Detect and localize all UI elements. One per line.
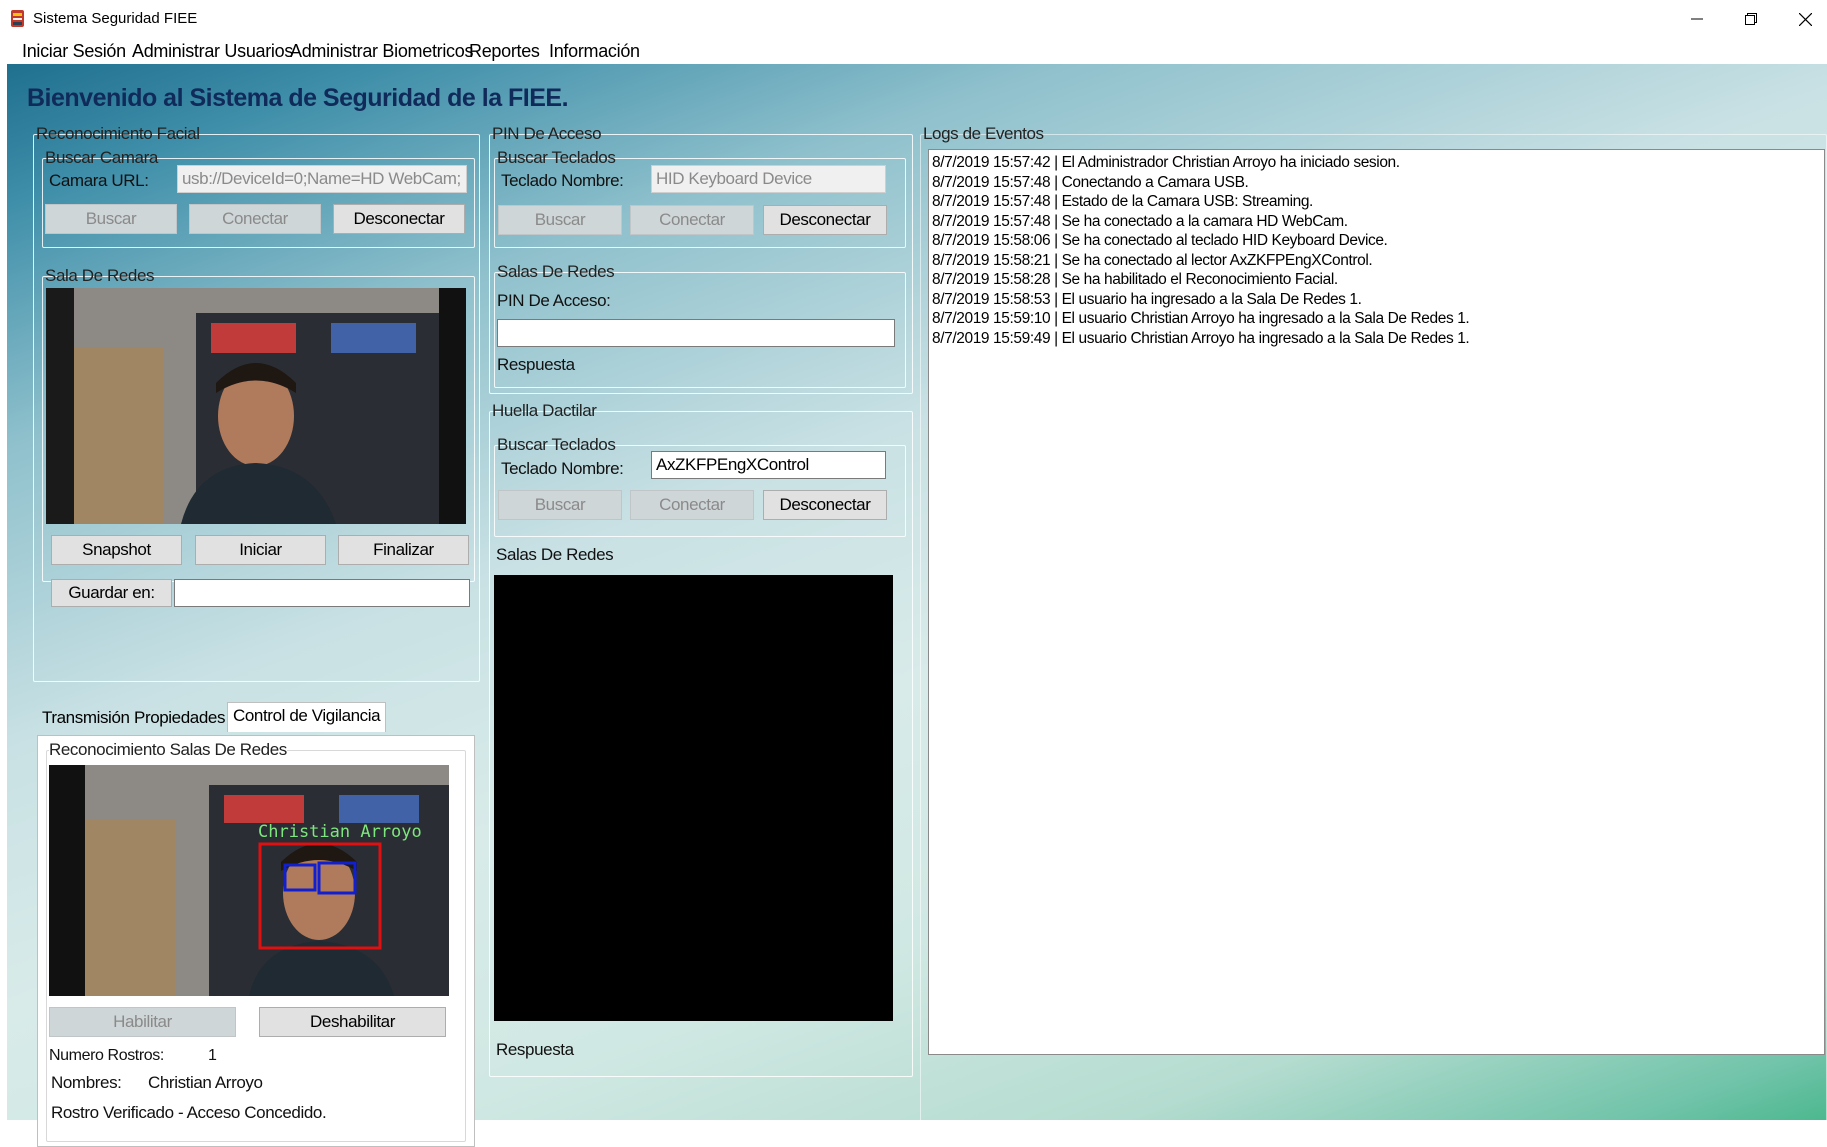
camera-desconectar-button[interactable]: Desconectar	[333, 204, 465, 234]
log-line: 8/7/2019 15:57:48 | Estado de la Camara …	[932, 193, 1313, 210]
logs-label: Logs de Eventos	[923, 124, 1044, 143]
logs-textbox[interactable]: 8/7/2019 15:57:42 | El Administrador Chr…	[928, 149, 1825, 1055]
facial-recognition-group: Reconocimiento Facial Buscar Camara Cama…	[33, 124, 480, 1147]
menu-bar: Iniciar Sesión Administrar Usuarios Admi…	[0, 38, 1827, 64]
verification-status: Rostro Verificado - Acceso Concedido.	[51, 1103, 327, 1122]
pin-conectar-button[interactable]: Conectar	[630, 205, 754, 235]
huella-salas-label: Salas De Redes	[496, 545, 614, 564]
log-line: 8/7/2019 15:59:49 | El usuario Christian…	[932, 329, 1470, 347]
huella-buscar-teclados-label: Buscar Teclados	[497, 435, 616, 454]
log-line: 8/7/2019 15:58:06 | Se ha conectado al t…	[932, 232, 1388, 249]
tab-control-vigilancia[interactable]: Control de Vigilancia	[227, 702, 387, 732]
pin-buscar-button[interactable]: Buscar	[498, 205, 622, 235]
app-shield-icon	[11, 10, 24, 27]
huella-teclado-nombre-label: Teclado Nombre:	[501, 459, 624, 478]
facial-recognition-label: Reconocimiento Facial	[36, 124, 200, 143]
pin-buscar-teclados-group: Buscar Teclados Teclado Nombre: HID Keyb…	[494, 148, 906, 248]
habilitar-button[interactable]: Habilitar	[49, 1007, 236, 1037]
log-line: 8/7/2019 15:58:53 | El usuario ha ingres…	[932, 290, 1362, 308]
pin-acceso-group: PIN De Acceso Buscar Teclados Teclado No…	[489, 124, 913, 394]
buscar-camara-group: Buscar Camara Camara URL: usb://DeviceId…	[42, 148, 475, 248]
huella-teclado-nombre-field[interactable]: AxZKFPEngXControl	[651, 451, 886, 479]
logs-group: Logs de Eventos 8/7/2019 15:57:42 | El A…	[920, 124, 1827, 1140]
guardar-en-button[interactable]: Guardar en:	[51, 579, 172, 607]
log-line: 8/7/2019 15:58:21 | Se ha conectado al l…	[932, 251, 1373, 269]
menu-administrar-usuarios[interactable]: Administrar Usuarios	[132, 41, 293, 62]
fingerprint-display	[494, 575, 893, 1021]
pin-desconectar-button[interactable]: Desconectar	[763, 205, 887, 235]
guardar-en-field[interactable]	[174, 579, 470, 607]
pin-respuesta-label: Respuesta	[497, 355, 575, 374]
camera-url-field[interactable]: usb://DeviceId=0;Name=HD WebCam;	[177, 165, 467, 193]
menu-reportes[interactable]: Reportes	[469, 41, 540, 62]
pin-acceso-input[interactable]	[497, 319, 895, 347]
deshabilitar-button[interactable]: Deshabilitar	[259, 1007, 446, 1037]
restore-button[interactable]	[1724, 0, 1778, 38]
nombres-label: Nombres:	[51, 1073, 122, 1092]
vigilancia-tab-panel: Reconocimiento Salas De Redes Christian …	[37, 735, 475, 1147]
minimize-button[interactable]	[1670, 0, 1724, 38]
snapshot-button[interactable]: Snapshot	[51, 535, 182, 565]
pin-salas-group: Salas De Redes PIN De Acceso: Respuesta	[494, 262, 906, 388]
tab-strip: Transmisión Propiedades Control de Vigil…	[37, 702, 477, 735]
camera-conectar-button[interactable]: Conectar	[189, 204, 321, 234]
menu-iniciar-sesion[interactable]: Iniciar Sesión	[22, 41, 126, 62]
iniciar-button[interactable]: Iniciar	[195, 535, 326, 565]
pin-teclado-nombre-label: Teclado Nombre:	[501, 171, 624, 190]
log-line: 8/7/2019 15:58:28 | Se ha habilitado el …	[932, 271, 1338, 288]
window-title: Sistema Seguridad FIEE	[33, 10, 198, 27]
live-camera-feed	[46, 288, 466, 524]
num-rostros-label: Numero Rostros:	[49, 1047, 164, 1064]
huella-conectar-button[interactable]: Conectar	[630, 490, 754, 520]
page-title: Bienvenido al Sistema de Seguridad de la…	[27, 84, 569, 112]
pin-acceso-field-label: PIN De Acceso:	[497, 291, 611, 310]
buscar-camara-label: Buscar Camara	[45, 148, 158, 167]
menu-administrar-biometricos[interactable]: Administrar Biometricos	[290, 41, 473, 62]
camera-url-label: Camara URL:	[49, 171, 149, 190]
pin-teclado-nombre-field[interactable]: HID Keyboard Device	[651, 165, 886, 193]
sala-de-redes-group: Sala De Redes Snapshot Iniciar Finalizar…	[42, 266, 475, 607]
tab-transmision[interactable]: Transmisión	[37, 705, 135, 731]
log-line: 8/7/2019 15:57:48 | Se ha conectado a la…	[932, 212, 1348, 230]
minimize-icon	[1691, 18, 1703, 20]
huella-dactilar-group: Huella Dactilar Buscar Teclados Teclado …	[489, 401, 913, 1077]
log-line: 8/7/2019 15:59:10 | El usuario Christian…	[932, 310, 1470, 327]
close-button[interactable]	[1778, 0, 1827, 38]
reconocimiento-salas-group: Reconocimiento Salas De Redes Christian …	[46, 740, 466, 1142]
menu-informacion[interactable]: Información	[549, 41, 640, 62]
nombres-value: Christian Arroyo	[148, 1073, 263, 1092]
reconocimiento-salas-label: Reconocimiento Salas De Redes	[49, 740, 287, 760]
log-line: 8/7/2019 15:57:48 | Conectando a Camara …	[932, 173, 1249, 191]
log-line: 8/7/2019 15:57:42 | El Administrador Chr…	[932, 154, 1400, 171]
huella-dactilar-label: Huella Dactilar	[492, 401, 597, 420]
finalizar-button[interactable]: Finalizar	[338, 535, 469, 565]
tab-propiedades[interactable]: Propiedades	[129, 705, 230, 731]
recognized-name-overlay: Christian Arroyo	[258, 822, 422, 842]
huella-buscar-teclados-group: Buscar Teclados Teclado Nombre: AxZKFPEn…	[494, 435, 906, 537]
recognition-camera-feed: Christian Arroyo	[49, 765, 449, 996]
huella-respuesta-label: Respuesta	[496, 1040, 574, 1059]
main-panel: Bienvenido al Sistema de Seguridad de la…	[7, 64, 1827, 1147]
pin-buscar-teclados-label: Buscar Teclados	[497, 148, 616, 167]
pin-acceso-label: PIN De Acceso	[492, 124, 602, 143]
title-bar: Sistema Seguridad FIEE	[0, 0, 1827, 38]
num-rostros-value: 1	[208, 1047, 217, 1064]
pin-salas-label: Salas De Redes	[497, 262, 615, 281]
camera-buscar-button[interactable]: Buscar	[45, 204, 177, 234]
huella-buscar-button[interactable]: Buscar	[498, 490, 622, 520]
huella-desconectar-button[interactable]: Desconectar	[763, 490, 887, 520]
restore-icon	[1745, 13, 1757, 25]
sala-de-redes-label: Sala De Redes	[45, 266, 155, 285]
close-icon	[1798, 12, 1812, 26]
